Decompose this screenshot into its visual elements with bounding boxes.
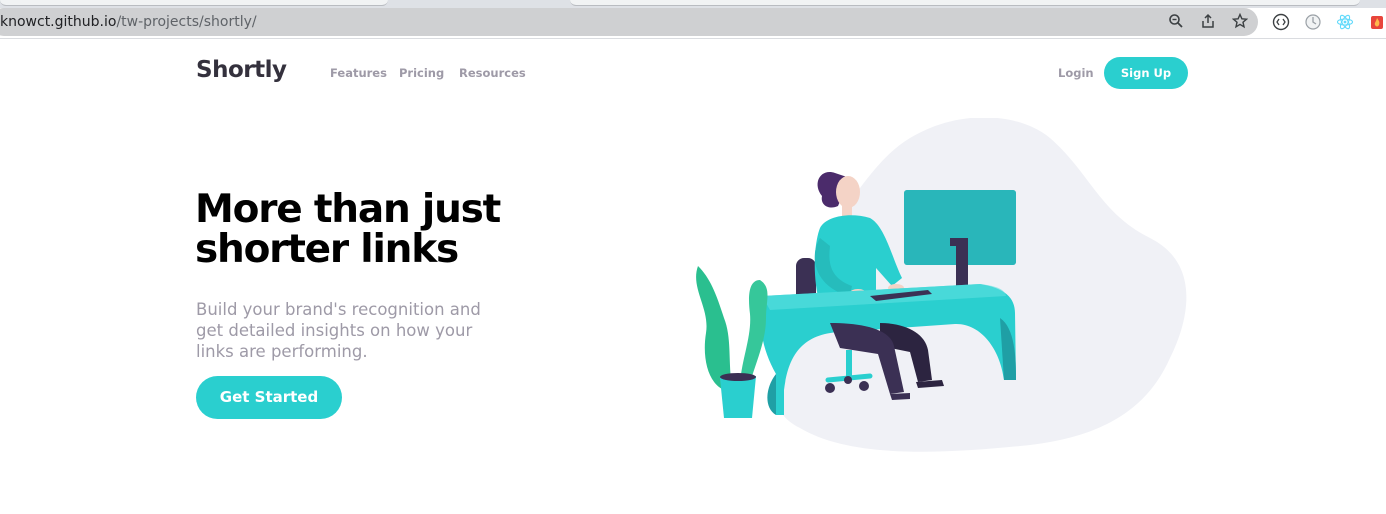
extension-code-icon[interactable]: [1272, 13, 1290, 31]
get-started-button[interactable]: Get Started: [196, 376, 342, 419]
plant-leaf: [696, 266, 732, 390]
bookmark-star-icon[interactable]: [1231, 12, 1249, 31]
nav-features-link[interactable]: Features: [330, 66, 387, 80]
person-face: [836, 176, 860, 208]
hero-headline: More than just shorter links: [195, 187, 501, 272]
browser-toolbar: knowct.github.io/tw-projects/shortly/: [0, 8, 1386, 39]
signup-button[interactable]: Sign Up: [1104, 57, 1188, 89]
browser-tab-strip: [0, 0, 1386, 8]
nav-resources-link[interactable]: Resources: [459, 66, 526, 80]
site-logo[interactable]: Shortly: [196, 57, 287, 83]
login-link[interactable]: Login: [1058, 66, 1094, 80]
hero-subtext: Build your brand's recognition and get d…: [196, 300, 481, 361]
zoom-icon[interactable]: [1167, 13, 1185, 31]
react-devtools-icon[interactable]: [1336, 13, 1354, 31]
nav-pricing-link[interactable]: Pricing: [399, 66, 444, 80]
working-illustration: [696, 118, 1187, 452]
url-path: /tw-projects/shortly/: [116, 14, 257, 30]
address-url[interactable]: knowct.github.io/tw-projects/shortly/: [0, 14, 257, 30]
browser-tab[interactable]: [0, 0, 388, 6]
address-bar[interactable]: knowct.github.io/tw-projects/shortly/: [0, 8, 1258, 36]
extension-clock-icon[interactable]: [1304, 13, 1322, 31]
browser-tab[interactable]: [570, 0, 1360, 6]
page-viewport: Shortly Features Pricing Resources Login…: [0, 40, 1386, 514]
share-icon[interactable]: [1199, 13, 1217, 31]
url-host: knowct.github.io: [0, 14, 117, 30]
extension-fire-icon[interactable]: [1368, 13, 1386, 31]
